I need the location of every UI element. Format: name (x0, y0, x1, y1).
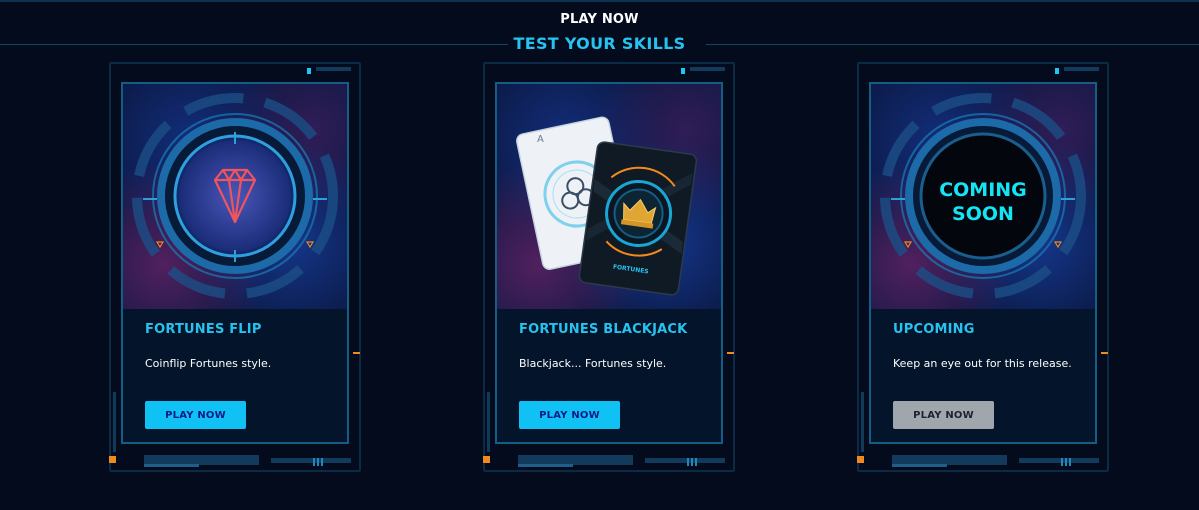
card-art: A FORTUNES (497, 84, 721, 309)
card-art (123, 84, 347, 309)
frame-bottom-bar-right (271, 458, 351, 463)
frame-ticks (687, 458, 697, 466)
frame-marker (307, 68, 311, 74)
frame-side-accent (487, 392, 490, 452)
card-body: FORTUNES FLIP Coinflip Fortunes style. P… (123, 309, 347, 442)
frame-orange-accent (1101, 352, 1108, 354)
frame-side-accent (113, 392, 116, 452)
frame-bottom-bar-right (645, 458, 725, 463)
game-card-fortunes-blackjack: A FORTUNES FORTUNES BLACKJACK Blackjack.… (483, 62, 735, 474)
card-description: Blackjack... Fortunes style. (519, 357, 667, 370)
card-description: Keep an eye out for this release. (893, 357, 1072, 370)
gem-icon (132, 93, 338, 299)
card-description: Coinflip Fortunes style. (145, 357, 272, 370)
frame-bottom-highlight (518, 464, 573, 467)
frame-bottom-highlight (892, 464, 947, 467)
title-rule-right (706, 44, 1199, 45)
frame-accent-bar (316, 67, 351, 71)
frame-bottom-bar-right (1019, 458, 1099, 463)
frame-accent-bar (1064, 67, 1099, 71)
card-rank: A (537, 134, 544, 145)
frame-orange-accent (727, 352, 734, 354)
play-now-button-disabled[interactable]: PLAY NOW (893, 401, 994, 429)
coming-soon-emblem: COMING SOON (880, 93, 1086, 299)
frame-marker (1055, 68, 1059, 74)
card-title: FORTUNES FLIP (145, 322, 262, 337)
play-now-button[interactable]: PLAY NOW (519, 401, 620, 429)
card-art: COMING SOON (871, 84, 1095, 309)
section-kicker: PLAY NOW (560, 12, 639, 27)
game-card-fortunes-flip: FORTUNES FLIP Coinflip Fortunes style. P… (109, 62, 361, 474)
card-title: FORTUNES BLACKJACK (519, 322, 688, 337)
coming-soon-line2: SOON (952, 203, 1014, 225)
section-header: PLAY NOW TEST YOUR SKILLS (0, 0, 1199, 60)
frame-orange-marker (109, 456, 116, 463)
card-body: FORTUNES BLACKJACK Blackjack... Fortunes… (497, 309, 721, 442)
playing-cards-icon: A FORTUNES (516, 116, 698, 296)
play-now-button[interactable]: PLAY NOW (145, 401, 246, 429)
frame-bottom-highlight (144, 464, 199, 467)
frame-orange-marker (857, 456, 864, 463)
coming-soon-line1: COMING (939, 179, 1027, 201)
frame-accent-bar (690, 67, 725, 71)
game-card-upcoming: COMING SOON UPCOMING Keep an eye out for… (857, 62, 1109, 474)
frame-ticks (1061, 458, 1071, 466)
frame-side-accent (861, 392, 864, 452)
card-title: UPCOMING (893, 322, 975, 337)
frame-orange-accent (353, 352, 360, 354)
frame-orange-marker (483, 456, 490, 463)
card-inner: COMING SOON UPCOMING Keep an eye out for… (869, 82, 1097, 444)
card-inner: A FORTUNES FORTUNES BLACKJACK Blackjack.… (495, 82, 723, 444)
card-body: UPCOMING Keep an eye out for this releas… (871, 309, 1095, 442)
frame-ticks (313, 458, 323, 466)
card-inner: FORTUNES FLIP Coinflip Fortunes style. P… (121, 82, 349, 444)
frame-marker (681, 68, 685, 74)
